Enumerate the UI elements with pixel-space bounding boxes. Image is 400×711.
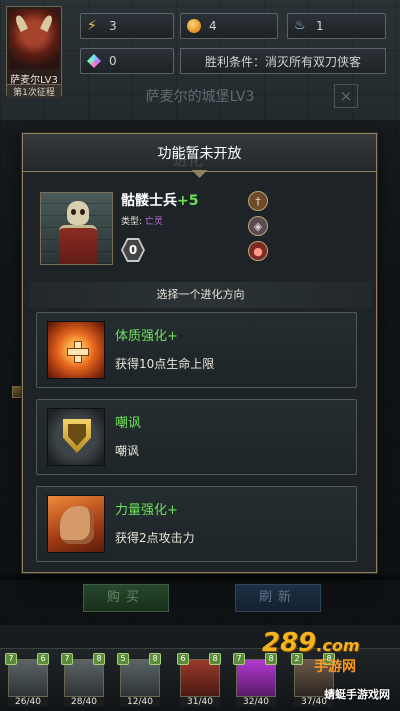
unit-name-text: 骷髅士兵 [121, 193, 177, 209]
potion-counter: ♨ 1 [287, 13, 386, 39]
slot-badge: 8 [149, 653, 161, 665]
slot-hp: 12/40 [120, 697, 160, 707]
gem-counter: 0 [80, 48, 174, 74]
castle-title: 萨麦尔的城堡LV3 [145, 89, 255, 105]
panel-ghost-title: 进化 [173, 151, 204, 169]
option-title: 体质强化+ [115, 329, 178, 344]
unit-type: 类型: 亡灵 [121, 214, 163, 227]
evolution-option-strength[interactable]: 力量强化+ 获得2点攻击力 [36, 486, 357, 562]
slot-level: 7 [61, 653, 73, 665]
roster-slot[interactable]: 7 6 26/40 [5, 653, 49, 711]
panel-header: 进化 功能暂未开放 [23, 134, 376, 178]
option-desc: 嘲讽 [115, 444, 140, 458]
option-title: 力量强化+ [115, 503, 178, 518]
section-label: 选择一个进化方向 [29, 282, 372, 308]
unit-type-value: 亡灵 [144, 217, 163, 227]
watermark-sub: 手游网 [314, 659, 356, 675]
energy-value: 3 [109, 19, 117, 33]
potion-value: 1 [316, 19, 324, 33]
gem-icon [87, 54, 101, 68]
slot-badge: 8 [93, 653, 105, 665]
evolution-panel: 进化 功能暂未开放 骷髅士兵+5 类型: 亡灵 0 † ◈ ● 选择一个进化方向… [22, 133, 377, 573]
gold-value: 4 [209, 19, 217, 33]
slot-level: 5 [117, 653, 129, 665]
slot-badge: 6 [37, 653, 49, 665]
health-cross-icon [47, 321, 105, 379]
option-title: 嘲讽 [115, 416, 142, 431]
potion-icon: ♨ [294, 18, 306, 33]
slot-level: 7 [233, 653, 245, 665]
slot-level: 7 [5, 653, 17, 665]
slot-hp: 28/40 [64, 697, 104, 707]
slot-badge: 8 [209, 653, 221, 665]
sword-icon[interactable]: † [248, 191, 268, 211]
skeleton-head [67, 201, 89, 225]
victory-condition: 胜利条件：消灭所有双刀侠客 [180, 48, 386, 74]
taunt-shield-icon [47, 408, 105, 466]
site-watermark: 289.com 手游网 蜻蜓手游戏网 [262, 628, 394, 706]
close-icon[interactable]: × [334, 84, 358, 108]
unit-name: 骷髅士兵+5 [121, 190, 198, 210]
shield-icon[interactable]: ◈ [248, 216, 268, 236]
option-desc: 获得2点攻击力 [115, 531, 195, 545]
evolution-option-constitution[interactable]: 体质强化+ 获得10点生命上限 [36, 312, 357, 388]
roster-slot[interactable]: 7 8 28/40 [61, 653, 105, 711]
roster-slot[interactable]: 5 8 12/40 [117, 653, 161, 711]
hero-portrait[interactable]: 萨麦尔LV3 第1次征程 [6, 6, 62, 98]
button-dim-overlay [0, 575, 400, 625]
blood-drop-icon[interactable]: ● [248, 241, 268, 261]
unit-portrait [40, 192, 113, 265]
slot-hp: 26/40 [8, 697, 48, 707]
coin-icon [187, 19, 201, 33]
energy-counter: ⚡ 3 [80, 13, 174, 39]
slot-level: 6 [177, 653, 189, 665]
unit-type-label: 类型: [121, 217, 143, 227]
unit-level-value: 0 [123, 240, 143, 260]
gem-value: 0 [109, 54, 117, 68]
option-desc: 获得10点生命上限 [115, 357, 215, 371]
watermark-text: 蜻蜓手游戏网 [324, 688, 390, 701]
evolution-option-taunt[interactable]: 嘲讽 嘲讽 [36, 399, 357, 475]
strength-arm-icon [47, 495, 105, 553]
skeleton-body [59, 225, 97, 264]
unit-upgrade-level: +5 [177, 193, 199, 209]
slot-hp: 31/40 [180, 697, 220, 707]
lightning-icon: ⚡ [87, 18, 97, 34]
watermark-logo: 289.com [262, 628, 360, 658]
gold-counter: 4 [180, 13, 278, 39]
demon-lord-avatar [9, 9, 59, 69]
roster-slot[interactable]: 6 8 31/40 [177, 653, 221, 711]
unit-level-badge: 0 [121, 238, 145, 262]
header-notch [191, 170, 208, 178]
hero-round: 第1次征程 [7, 84, 61, 98]
